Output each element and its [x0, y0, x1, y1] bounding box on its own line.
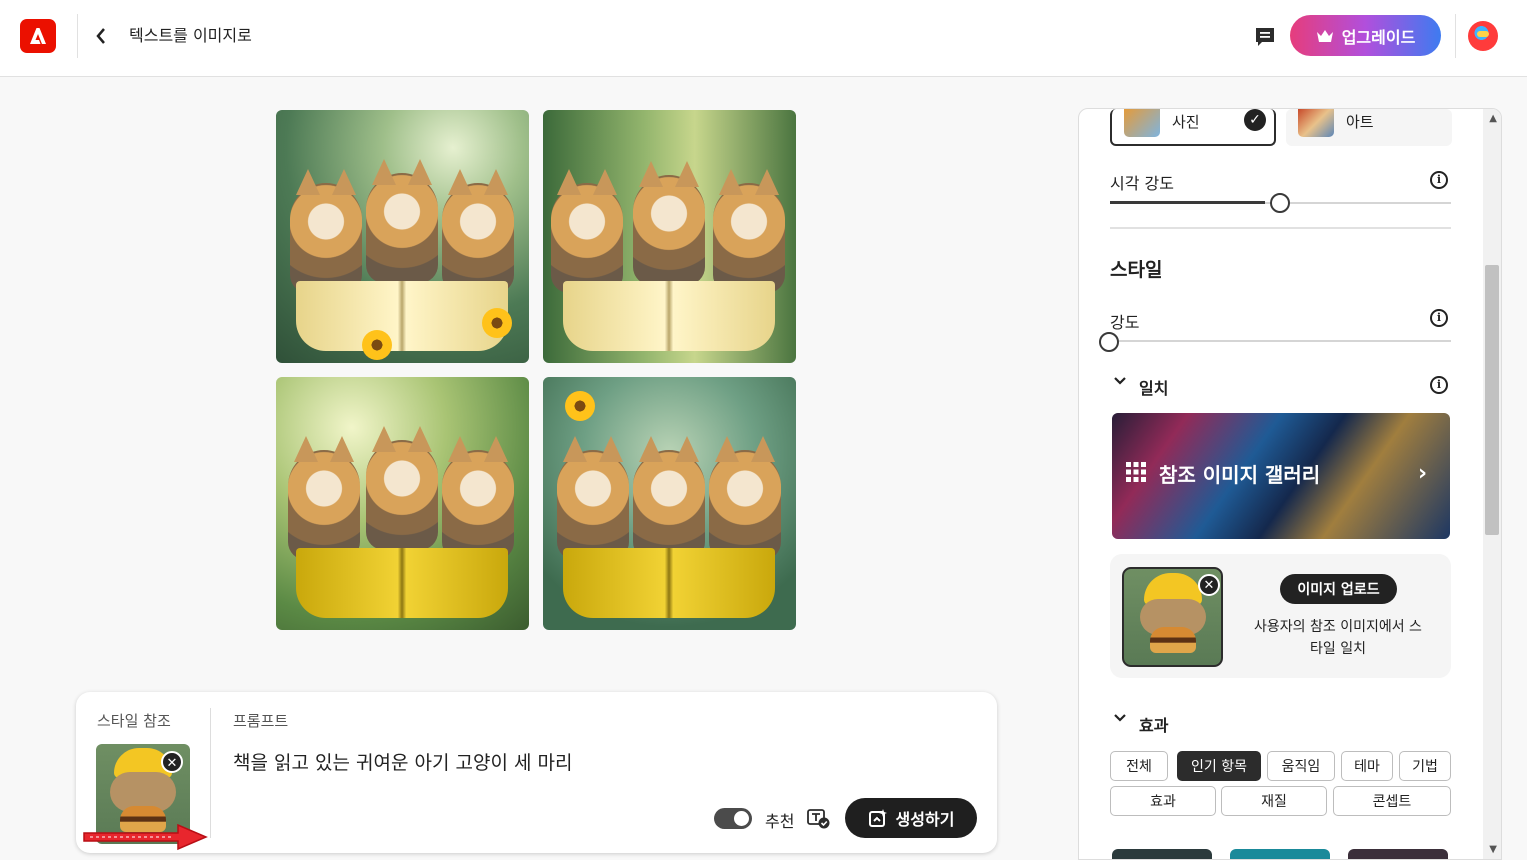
back-arrow-icon[interactable]: [94, 25, 114, 47]
flower: [362, 330, 392, 360]
content-type-label: 아트: [1346, 113, 1374, 131]
effects-chip-popular[interactable]: 인기 항목: [1177, 751, 1261, 781]
suggest-toggle[interactable]: [714, 808, 752, 829]
kitten: [366, 159, 438, 283]
kitten: [633, 436, 705, 560]
adobe-logo[interactable]: [20, 19, 56, 53]
effects-chip-effects[interactable]: 효과: [1110, 786, 1216, 816]
kitten: [713, 169, 785, 293]
effects-label[interactable]: 효과: [1139, 712, 1168, 736]
effects-chip-concept[interactable]: 콘셉트: [1333, 786, 1451, 816]
section-divider: [1110, 227, 1451, 229]
generate-icon: [868, 809, 887, 827]
kitten: [557, 436, 629, 560]
settings-panel: 사진 ✓ 아트 시각 강도 i 스타일 강도 i 일치 i 참조 이미지 갤러리…: [1078, 108, 1502, 860]
crown-icon: [1316, 29, 1333, 42]
info-icon[interactable]: i: [1430, 171, 1448, 189]
effects-chip-movement[interactable]: 움직임: [1267, 751, 1335, 781]
kitten: [442, 436, 514, 560]
strength-label: 강도: [1110, 313, 1140, 332]
strength-slider-handle[interactable]: [1099, 332, 1119, 352]
kitten: [442, 169, 514, 293]
book: [563, 548, 775, 618]
upload-image-button[interactable]: 이미지 업로드: [1280, 574, 1397, 604]
feedback-message-icon[interactable]: [1253, 25, 1277, 49]
header-divider-right: [1455, 14, 1456, 58]
suggest-label: 추천: [765, 812, 795, 831]
top-bar: 텍스트를 이미지로 업그레이드: [0, 0, 1527, 77]
generate-label: 생성하기: [895, 810, 955, 829]
book: [296, 548, 508, 618]
generate-button[interactable]: 생성하기: [845, 798, 977, 838]
visual-intensity-fill: [1110, 201, 1265, 204]
upload-description: 사용자의 참조 이미지에서 스타일 일치: [1254, 619, 1422, 657]
scroll-up-arrow-icon[interactable]: ▲: [1489, 113, 1497, 124]
balloon-photo-swatch: [1124, 109, 1160, 137]
style-heading: 스타일: [1110, 259, 1163, 281]
scrollbar-thumb[interactable]: [1485, 265, 1499, 535]
effect-thumbnail[interactable]: [1230, 849, 1330, 859]
effect-thumbnail[interactable]: [1112, 849, 1212, 859]
info-icon[interactable]: i: [1430, 309, 1448, 327]
gallery-label: 참조 이미지 갤러리: [1159, 463, 1321, 487]
chevron-down-icon[interactable]: [1113, 712, 1127, 728]
remove-uploaded-image-close-icon[interactable]: ✕: [1198, 574, 1220, 596]
book: [296, 281, 508, 351]
upgrade-label: 업그레이드: [1341, 27, 1416, 47]
effects-chip-material[interactable]: 재질: [1221, 786, 1327, 816]
kitten: [290, 169, 362, 293]
effects-chip-all[interactable]: 전체: [1110, 751, 1168, 781]
match-label[interactable]: 일치: [1139, 375, 1168, 399]
scroll-down-arrow-icon[interactable]: ▼: [1489, 844, 1497, 855]
book: [563, 281, 775, 351]
upgrade-button[interactable]: 업그레이드: [1290, 15, 1441, 56]
text-suggest-icon[interactable]: [807, 808, 831, 830]
content-type-label: 사진: [1172, 113, 1200, 131]
prompt-card: 스타일 참조 ✕ 프롬프트 책을 읽고 있는 귀여운 아기 고양이 세 마리 추…: [76, 692, 997, 853]
effect-thumbnail[interactable]: [1348, 849, 1448, 859]
info-icon[interactable]: i: [1430, 376, 1448, 394]
chevron-down-icon[interactable]: [1113, 375, 1127, 391]
red-arrow-annotation: [83, 823, 208, 851]
chevron-right-icon: ›: [1418, 461, 1428, 486]
result-image-3[interactable]: [276, 377, 529, 630]
result-image-2[interactable]: [543, 110, 796, 363]
kitten: [288, 436, 360, 560]
page-title: 텍스트를 이미지로: [129, 26, 252, 45]
effects-chip-theme[interactable]: 테마: [1341, 751, 1393, 781]
content-type-art[interactable]: 아트: [1286, 109, 1452, 146]
checkmark-icon: ✓: [1244, 109, 1266, 131]
kitten: [709, 436, 781, 560]
balloon-art-swatch: [1298, 109, 1334, 137]
visual-intensity-label: 시각 강도: [1110, 174, 1174, 193]
effects-chip-technique[interactable]: 기법: [1399, 751, 1451, 781]
kitten: [633, 161, 705, 285]
user-avatar[interactable]: [1468, 21, 1498, 51]
grid-icon: [1125, 461, 1147, 483]
flower: [565, 391, 595, 421]
prompt-label: 프롬프트: [233, 712, 289, 730]
strength-track[interactable]: [1119, 340, 1451, 342]
kitten: [551, 169, 623, 293]
style-reference-label: 스타일 참조: [97, 712, 171, 730]
upload-reference-area: ✕ 이미지 업로드 사용자의 참조 이미지에서 스타일 일치: [1110, 554, 1451, 678]
prompt-input[interactable]: 책을 읽고 있는 귀여운 아기 고양이 세 마리: [233, 748, 572, 775]
result-image-4[interactable]: [543, 377, 796, 630]
content-type-photo[interactable]: 사진 ✓: [1110, 109, 1276, 146]
flower: [482, 308, 512, 338]
reference-gallery-button[interactable]: 참조 이미지 갤러리 ›: [1112, 413, 1450, 539]
panel-scrollbar[interactable]: ▲ ▼: [1483, 109, 1501, 859]
kitten: [366, 426, 438, 550]
card-divider: [210, 708, 211, 838]
visual-intensity-slider-handle[interactable]: [1270, 193, 1290, 213]
remove-style-reference-close-icon[interactable]: ✕: [161, 751, 183, 773]
header-divider: [77, 14, 78, 58]
result-image-1[interactable]: [276, 110, 529, 363]
